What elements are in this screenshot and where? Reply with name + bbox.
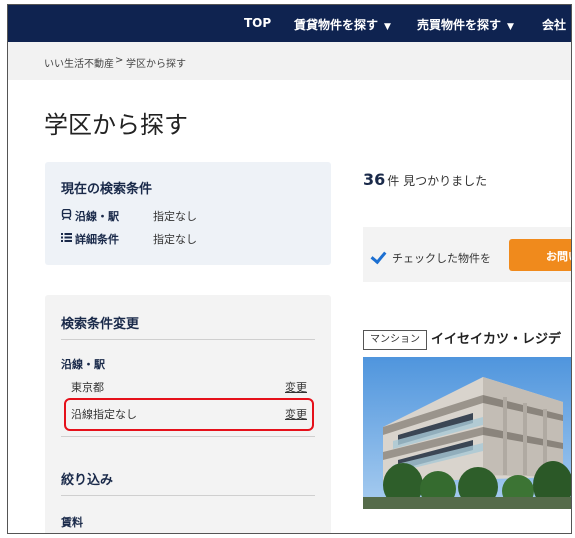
breadcrumb-separator: >: [115, 55, 124, 66]
breadcrumb: いい生活不動産 > 学区から探す: [8, 42, 571, 80]
divider: [61, 495, 315, 496]
result-count: 36 件 見つかりました: [363, 170, 487, 189]
condition-row-detail: 詳細条件 指定なし: [61, 231, 197, 247]
nav-rent-label: 賃貸物件を探す: [294, 18, 379, 32]
nav-sale-label: 売買物件を探す: [417, 18, 502, 32]
current-conditions-title: 現在の検索条件: [61, 182, 153, 197]
change-conditions-title: 検索条件変更: [61, 317, 140, 332]
inquiry-button[interactable]: お問い: [509, 239, 571, 271]
condition-label: 沿線・駅: [75, 210, 119, 223]
divider: [61, 436, 315, 437]
checked-action-bar: チェックした物件を お問い: [363, 227, 571, 282]
nav-sale-menu[interactable]: 売買物件を探す ▼: [417, 16, 514, 33]
prefecture-value: 東京都: [71, 381, 104, 394]
change-prefecture-link[interactable]: 変更: [285, 379, 307, 395]
condition-row-line: 沿線・駅 指定なし: [61, 208, 197, 224]
line-station-heading: 沿線・駅: [61, 358, 105, 371]
list-icon: [61, 232, 73, 246]
breadcrumb-home-link[interactable]: いい生活不動産: [44, 55, 114, 70]
narrow-down-heading: 絞り込み: [61, 473, 114, 488]
chevron-down-icon: ▼: [384, 22, 391, 32]
train-icon: [61, 208, 73, 223]
checked-action-text: チェックした物件を: [392, 252, 491, 265]
chevron-down-icon: ▼: [507, 22, 514, 32]
highlight-box: [64, 398, 314, 431]
property-name-link[interactable]: イイセイカツ・レジデ: [431, 328, 561, 347]
property-photo[interactable]: [363, 357, 571, 509]
condition-value: 指定なし: [153, 233, 197, 246]
nav-company-link[interactable]: 会社: [542, 16, 566, 33]
result-count-suffix: 件 見つかりました: [387, 174, 488, 188]
nav-top-link[interactable]: TOP: [244, 16, 271, 30]
top-nav: TOP 賃貸物件を探す ▼ 売買物件を探す ▼ 会社: [8, 5, 571, 42]
current-conditions-panel: 現在の検索条件 沿線・駅 指定なし 詳細条件 指定なし: [45, 162, 331, 265]
checkmark-icon: [370, 247, 387, 265]
inquiry-button-label: お問い: [546, 250, 571, 263]
breadcrumb-current: 学区から探す: [126, 59, 186, 70]
property-type-badge: マンション: [363, 330, 427, 350]
rent-heading: 賃料: [61, 516, 83, 529]
page-title: 学区から探す: [44, 111, 188, 139]
condition-value: 指定なし: [153, 210, 197, 223]
result-count-number: 36: [363, 170, 386, 189]
browser-frame: TOP 賃貸物件を探す ▼ 売買物件を探す ▼ 会社 いい生活不動産 > 学区から探…: [7, 4, 572, 534]
divider: [61, 339, 315, 340]
nav-rent-menu[interactable]: 賃貸物件を探す ▼: [294, 16, 391, 33]
condition-label: 詳細条件: [75, 233, 119, 246]
